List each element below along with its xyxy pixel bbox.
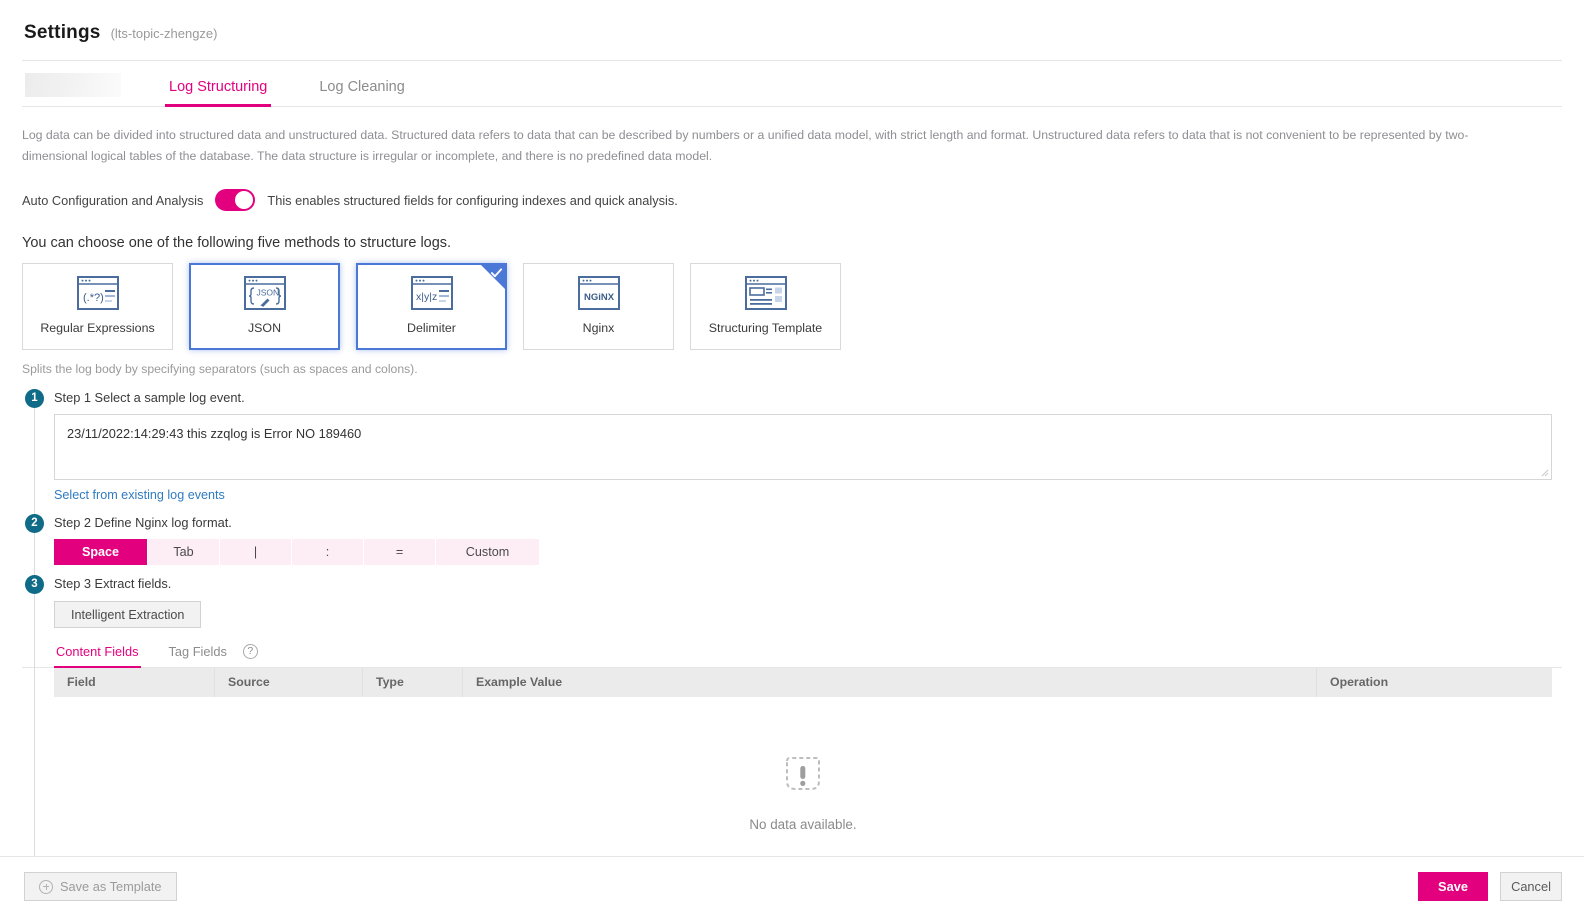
tab-tag-fields[interactable]: Tag Fields	[167, 644, 229, 667]
delimiter-custom[interactable]: Custom	[436, 539, 540, 565]
step-3-text: Step 3 Extract fields.	[54, 576, 172, 591]
method-card-structuring-template[interactable]: Structuring Template	[690, 263, 841, 350]
svg-text:(.*?): (.*?)	[83, 292, 104, 304]
no-data-icon	[786, 756, 820, 790]
delimiter-space[interactable]: Space	[54, 539, 148, 565]
page-header: Settings (lts-topic-zhengze)	[0, 0, 1584, 60]
method-card-label: Nginx	[582, 321, 615, 335]
footer-actions: Save as Template Save Cancel	[0, 856, 1584, 918]
page-body: Log data can be divided into structured …	[0, 125, 1584, 882]
step-3: 3 Step 3 Extract fields. Intelligent Ext…	[22, 575, 1562, 628]
save-button[interactable]: Save	[1418, 872, 1488, 901]
nginx-icon: NGiNX	[577, 276, 620, 310]
settings-page: Settings (lts-topic-zhengze) Log Structu…	[0, 0, 1584, 918]
tab-log-structuring[interactable]: Log Structuring	[165, 79, 272, 107]
regex-icon: (.*?)	[76, 276, 119, 310]
step-2-text: Step 2 Define Nginx log format.	[54, 515, 232, 530]
table-header-row: Field Source Type Example Value Operatio…	[54, 668, 1552, 697]
column-header-type: Type	[362, 668, 462, 697]
auto-config-row: Auto Configuration and Analysis This ena…	[22, 189, 1562, 211]
step-1-text: Step 1 Select a sample log event.	[54, 390, 245, 405]
column-header-source: Source	[214, 668, 362, 697]
method-card-label: Structuring Template	[708, 321, 823, 335]
step-1: 1 Step 1 Select a sample log event. 23/1…	[22, 389, 1562, 504]
auto-config-label: Auto Configuration and Analysis	[22, 192, 204, 208]
field-tabbar: Content Fields Tag Fields ?	[22, 644, 1562, 668]
check-icon	[490, 268, 503, 278]
column-header-operation: Operation	[1316, 668, 1552, 697]
json-icon: JSON	[243, 276, 286, 310]
method-card-label: JSON	[247, 321, 282, 335]
delimiter-icon: x|y|z	[410, 276, 453, 310]
auto-config-toggle[interactable]	[215, 189, 256, 211]
tab-content-fields[interactable]: Content Fields	[54, 644, 141, 668]
svg-text:NGiNX: NGiNX	[584, 292, 615, 303]
fields-table: Field Source Type Example Value Operatio…	[54, 668, 1552, 882]
delimiter-colon[interactable]: :	[292, 539, 364, 565]
cancel-button[interactable]: Cancel	[1500, 872, 1562, 901]
delimiter-group: Space Tab | : = Custom	[54, 539, 1562, 565]
method-card-regular-expressions[interactable]: (.*?) Regular Expressions	[22, 263, 173, 350]
svg-text:JSON: JSON	[256, 288, 279, 298]
delimiter-pipe[interactable]: |	[220, 539, 292, 565]
step-2-badge: 2	[25, 514, 44, 533]
method-card-list: (.*?) Regular Expressions JSON JSON x|y|…	[22, 263, 1562, 350]
tab-log-cleaning[interactable]: Log Cleaning	[315, 79, 408, 106]
no-data-text: No data available.	[749, 816, 857, 832]
main-tabbar: Log Structuring Log Cleaning	[22, 61, 1562, 107]
delimiter-equals[interactable]: =	[364, 539, 436, 565]
sample-log-textarea[interactable]: 23/11/2022:14:29:43 this zzqlog is Error…	[54, 414, 1552, 480]
toggle-knob	[235, 191, 254, 209]
resize-grip-icon[interactable]	[1539, 467, 1549, 477]
table-empty-state: No data available.	[54, 697, 1552, 882]
step-2: 2 Step 2 Define Nginx log format. Space …	[22, 514, 1562, 565]
template-icon	[744, 276, 787, 310]
intelligent-extraction-button[interactable]: Intelligent Extraction	[54, 601, 202, 628]
plus-circle-icon	[39, 879, 53, 894]
save-as-template-label: Save as Template	[60, 879, 162, 894]
methods-title: You can choose one of the following five…	[22, 235, 452, 251]
description-text: Log data can be divided into structured …	[22, 128, 1469, 163]
select-existing-log-events-link[interactable]: Select from existing log events	[54, 488, 225, 502]
method-card-json[interactable]: JSON JSON	[189, 263, 340, 350]
method-card-nginx[interactable]: NGiNX Nginx	[523, 263, 674, 350]
page-title: Settings	[24, 22, 101, 43]
save-as-template-button[interactable]: Save as Template	[24, 872, 177, 901]
step-1-badge: 1	[25, 389, 44, 408]
help-icon[interactable]: ?	[242, 644, 258, 659]
steps-container: 1 Step 1 Select a sample log event. 23/1…	[22, 389, 1562, 882]
method-card-label: Delimiter	[407, 321, 456, 335]
auto-config-hint: This enables structured fields for confi…	[267, 192, 678, 208]
redacted-label	[25, 73, 121, 97]
delimiter-tab[interactable]: Tab	[148, 539, 220, 565]
column-header-field: Field	[67, 675, 96, 689]
sample-log-value: 23/11/2022:14:29:43 this zzqlog is Error…	[67, 426, 362, 441]
method-card-label: Regular Expressions	[40, 321, 155, 335]
method-card-delimiter[interactable]: x|y|z Delimiter	[356, 263, 507, 350]
step-3-badge: 3	[25, 575, 44, 594]
svg-text:x|y|z: x|y|z	[416, 291, 437, 303]
method-note: Splits the log body by specifying separa…	[22, 362, 418, 376]
column-header-example-value: Example Value	[462, 668, 1316, 697]
page-subtitle: (lts-topic-zhengze)	[110, 26, 218, 41]
